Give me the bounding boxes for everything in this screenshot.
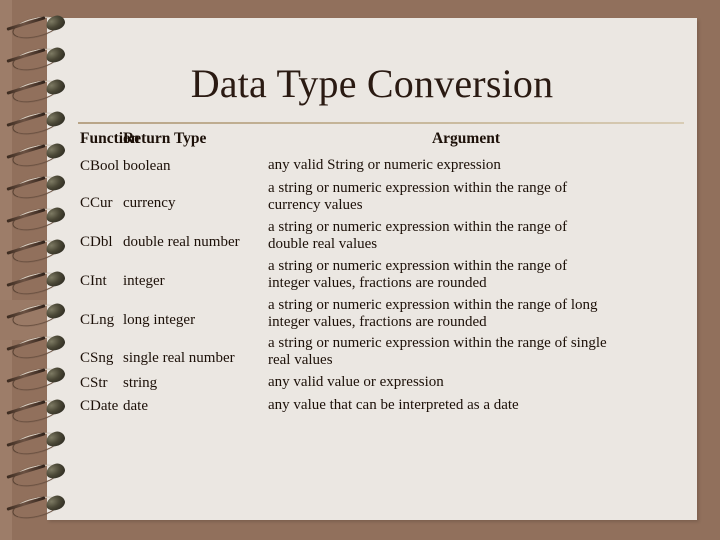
cell-argument: a string or numeric expression within th…	[268, 335, 664, 369]
cell-function: CInt	[80, 272, 107, 289]
spiral-wire-shadow-icon	[6, 80, 46, 95]
table-body: CBool boolean any valid String or numeric …	[47, 157, 697, 415]
cell-argument: a string or numeric expression within th…	[268, 219, 664, 253]
backdrop-left-band	[0, 0, 12, 540]
cell-function: CCur	[80, 194, 113, 211]
cell-function: CStr	[80, 375, 108, 392]
cell-return-type: currency	[123, 194, 176, 211]
table-row: CSng single real number a string or numeri…	[47, 335, 697, 369]
cell-argument-line: a string or numeric expression within th…	[268, 257, 568, 274]
cell-argument-line: any valid value or expression	[268, 374, 444, 391]
spiral-wire-shadow-icon	[6, 112, 46, 127]
spiral-wire-shadow-icon	[6, 48, 46, 63]
table-row: CCur currency a string or numeric expressi…	[47, 180, 697, 214]
data-type-conversion-table: Function Return Type Argument CBool boole…	[47, 130, 697, 420]
spiral-wire-shadow-icon	[6, 144, 46, 159]
cell-argument-line: a string or numeric expression within th…	[268, 218, 568, 235]
backdrop-left-lower-band	[0, 300, 47, 340]
cell-argument-line: a string or numeric expression within th…	[268, 179, 568, 196]
table-row: CDate date any value that can be interpret…	[47, 397, 697, 415]
cell-return-type: single real number	[123, 350, 235, 367]
cell-argument-line: a string or numeric expression within th…	[268, 296, 598, 313]
cell-function: CDate	[80, 398, 119, 415]
cell-argument-line: integer values, fractions are rounded	[268, 313, 487, 330]
column-header-return-type: Return Type	[123, 130, 207, 147]
table-row: CStr string any valid value or expression	[47, 374, 697, 392]
spiral-wire-shadow-icon	[6, 208, 46, 223]
cell-argument-line: any valid String or numeric expression	[268, 157, 501, 173]
table-row: CBool boolean any valid String or numeric …	[47, 157, 697, 175]
cell-argument-line: any value that can be interpreted as a d…	[268, 397, 519, 414]
cell-argument-line: double real values	[268, 235, 378, 252]
title-divider-rule	[78, 122, 684, 124]
cell-return-type: boolean	[123, 158, 171, 174]
cell-return-type: double real number	[123, 233, 240, 250]
cell-function: CBool	[80, 158, 120, 174]
spiral-wire-shadow-icon	[6, 432, 46, 447]
table-row: CLng long integer a string or numeric expr…	[47, 297, 697, 331]
cell-argument-line: integer values, fractions are rounded	[268, 274, 487, 291]
cell-argument-line: real values	[268, 352, 333, 369]
cell-function: CDbl	[80, 233, 113, 250]
cell-function: CSng	[80, 350, 114, 367]
cell-argument-line: currency values	[268, 196, 363, 213]
cell-argument: a string or numeric expression within th…	[268, 297, 664, 331]
column-header-argument: Argument	[431, 130, 501, 147]
cell-return-type: integer	[123, 272, 165, 289]
spiral-wire-shadow-icon	[6, 176, 46, 191]
spiral-wire-shadow-icon	[6, 240, 46, 255]
cell-argument: a string or numeric expression within th…	[268, 180, 664, 214]
column-header-function: Function	[80, 130, 140, 147]
spiral-wire-shadow-icon	[6, 272, 46, 287]
cell-argument-line: a string or numeric expression within th…	[268, 335, 607, 352]
page-title: Data Type Conversion	[190, 61, 554, 106]
cell-argument: any valid value or expression	[268, 374, 664, 391]
table-row: CDbl double real number a string or numeri…	[47, 219, 697, 253]
spiral-wire-shadow-icon	[6, 400, 46, 415]
slide-canvas: Data Type Conversion Function Return Typ…	[0, 0, 720, 540]
cell-return-type: date	[123, 398, 148, 415]
cell-return-type: long integer	[123, 311, 196, 328]
cell-argument: a string or numeric expression within th…	[268, 258, 664, 292]
notebook-page: Data Type Conversion Function Return Typ…	[47, 18, 697, 520]
cell-argument: any valid String or numeric expression	[268, 157, 664, 174]
spiral-wire-shadow-icon	[6, 496, 46, 511]
cell-argument: any value that can be interpreted as a d…	[268, 397, 664, 414]
cell-return-type: string	[123, 375, 158, 392]
table-header-row: Function Return Type Argument	[47, 130, 697, 157]
table-row: CInt integer a string or numeric expressio…	[47, 258, 697, 292]
spiral-wire-shadow-icon	[6, 464, 46, 479]
cell-function: CLng	[80, 311, 115, 328]
spiral-wire-shadow-icon	[6, 368, 46, 383]
spiral-wire-shadow-icon	[6, 16, 46, 31]
